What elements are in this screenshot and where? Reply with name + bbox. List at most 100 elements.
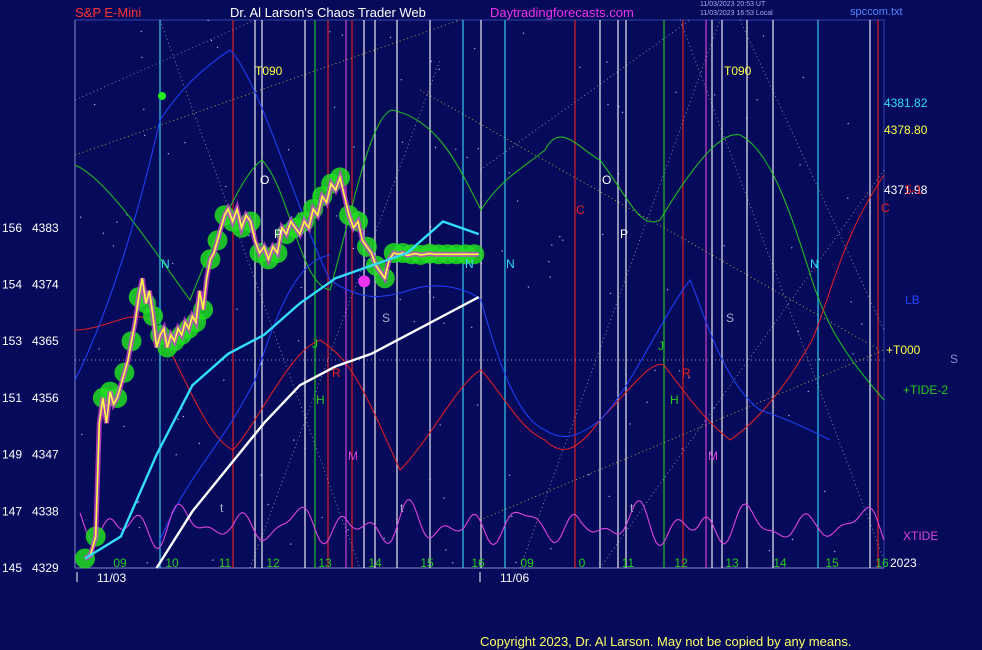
star-dot: [94, 103, 96, 106]
star-dot: [430, 60, 432, 62]
star-dot: [847, 197, 849, 199]
star-dot: [182, 416, 185, 418]
star-dot: [678, 370, 681, 372]
star-dot: [216, 46, 219, 49]
right-label: 5-1: [905, 183, 923, 197]
guide-line: [74, 19, 461, 156]
star-dot: [508, 172, 510, 174]
x-year-label: 2023: [890, 556, 917, 570]
right-label: S: [950, 352, 958, 366]
vline-label: P: [620, 227, 628, 241]
star-dot: [80, 216, 82, 218]
star-dot: [434, 146, 437, 149]
star-dot: [352, 247, 355, 250]
y-tick-alt-label: 153: [2, 334, 22, 348]
star-dot: [608, 495, 610, 498]
star-dot: [609, 292, 612, 295]
x-hour-label: 12: [674, 556, 688, 570]
star-dot: [452, 562, 454, 564]
right-label: +T000: [886, 343, 921, 357]
y-tick-alt-label: 147: [2, 504, 22, 518]
star-dot: [321, 516, 323, 519]
star-dot: [336, 215, 338, 217]
vline-label: S: [726, 311, 734, 325]
guide-line: [519, 19, 721, 569]
x-hour-label: 15: [420, 556, 434, 570]
star-dot: [516, 200, 519, 202]
vline-label: R: [682, 366, 691, 380]
vline-label: N: [161, 257, 170, 271]
star-dot: [341, 34, 344, 36]
copyright: Copyright 2023, Dr. Al Larson. May not b…: [480, 634, 852, 649]
y-tick-label: 4365: [32, 334, 59, 348]
star-dot: [768, 550, 771, 552]
vline-label: M: [348, 449, 358, 463]
x-hour-label: 11: [219, 556, 232, 570]
guide-line: [419, 89, 881, 351]
vline-label: C: [881, 201, 890, 215]
y-tick-alt-label: 156: [2, 221, 22, 235]
star-dot: [466, 156, 468, 159]
guide-line: [679, 19, 885, 561]
star-dot: [439, 424, 441, 426]
y-tick-label: 4356: [32, 391, 59, 405]
star-dot: [799, 164, 801, 166]
star-dot: [123, 425, 125, 428]
x-hour-label: 0: [579, 556, 586, 570]
star-dot: [300, 286, 302, 289]
star-dot: [438, 68, 440, 71]
x-hour-label: 09: [113, 556, 127, 570]
star-dot: [562, 239, 564, 241]
star-dot: [602, 233, 604, 236]
vline-label: J: [658, 339, 664, 353]
star-dot: [81, 433, 83, 436]
star-dot: [551, 244, 553, 246]
star-dot: [175, 454, 177, 456]
x-hour-label: 16: [875, 556, 889, 570]
vline-label: O: [602, 173, 611, 187]
star-dot: [713, 94, 716, 96]
star-dot: [666, 289, 669, 291]
star-dot: [588, 473, 590, 476]
star-dot: [834, 550, 836, 553]
x-hour-label: 13: [725, 556, 739, 570]
star-dot: [629, 423, 631, 425]
vline-label: T090: [724, 64, 752, 78]
star-dot: [791, 247, 793, 249]
star-dot: [141, 56, 143, 59]
star-dot: [297, 340, 300, 342]
x-hour-label: 11: [622, 556, 635, 570]
star-dot: [723, 245, 725, 247]
star-dot: [383, 537, 385, 540]
y-tick-label: 4383: [32, 221, 59, 235]
chart-svg: 145 4329 147 4338 149 4347 151 4356 153 4365 154 43…: [2, 19, 958, 585]
x-hour-label: 16: [471, 556, 485, 570]
vline-label: C: [576, 203, 585, 217]
plot-frame: [74, 19, 885, 569]
star-dot: [223, 379, 225, 381]
star-dot: [401, 141, 404, 143]
series-line-1: [84, 220, 480, 560]
star-dot: [146, 562, 148, 564]
star-dot: [112, 245, 115, 247]
star-dot: [116, 221, 118, 223]
y-tick-label: 4347: [32, 448, 59, 462]
right-label: XTIDE: [903, 529, 938, 543]
pivot-dot: [158, 92, 166, 100]
star-dot: [471, 326, 473, 328]
star-dot: [143, 108, 145, 111]
y-tick-alt-label: 151: [2, 391, 22, 405]
star-dot: [333, 106, 336, 109]
vline-label: T090: [255, 64, 283, 78]
star-dot: [144, 134, 146, 137]
star-dot: [549, 276, 551, 278]
star-dot: [140, 30, 142, 33]
star-dot: [762, 35, 765, 37]
star-dot: [802, 76, 804, 79]
star-dot: [353, 146, 355, 148]
last-price-marker: [358, 275, 371, 288]
star-dot: [548, 261, 550, 263]
star-dot: [184, 142, 186, 144]
y-tick-alt-label: 154: [2, 278, 22, 292]
star-dot: [511, 515, 513, 518]
